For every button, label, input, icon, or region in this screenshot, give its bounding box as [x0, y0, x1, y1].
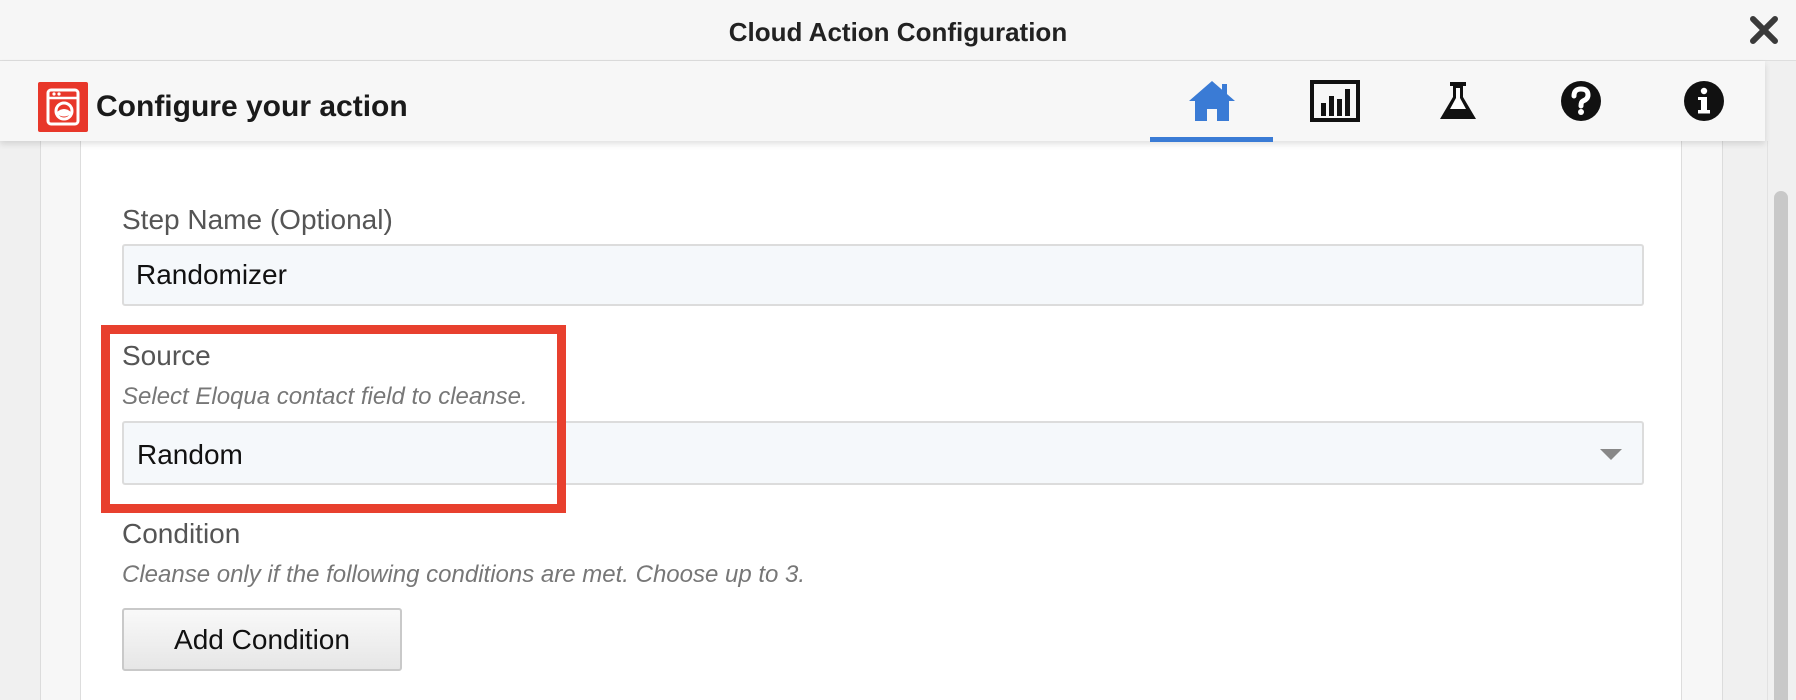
source-label: Source — [122, 340, 211, 371]
close-button[interactable] — [1748, 14, 1780, 46]
app-logo — [38, 82, 88, 132]
info-icon — [1683, 81, 1724, 121]
condition-help-text: Cleanse only if the following conditions… — [122, 561, 806, 588]
source-selected-value: Random — [137, 439, 243, 470]
flask-icon — [1439, 82, 1476, 119]
header-nav — [1150, 61, 1765, 142]
tab-reports[interactable] — [1273, 61, 1396, 141]
tab-help[interactable] — [1519, 61, 1642, 141]
tab-home[interactable] — [1150, 61, 1273, 142]
tab-info[interactable] — [1642, 61, 1765, 141]
chevron-down-icon — [1600, 449, 1622, 460]
close-icon — [1750, 16, 1778, 44]
tab-test[interactable] — [1396, 61, 1519, 141]
source-select[interactable]: Random — [122, 421, 1644, 485]
cloud-action-window: Cloud Action Configuration Configure you… — [0, 0, 1796, 700]
step-name-input[interactable] — [122, 244, 1644, 306]
app-header: Configure your action — [0, 61, 1765, 142]
bar-chart-icon — [1309, 80, 1360, 122]
condition-label: Condition — [122, 518, 241, 549]
home-icon — [1188, 81, 1235, 121]
add-condition-button[interactable]: Add Condition — [122, 608, 402, 671]
window-title: Cloud Action Configuration — [728, 17, 1068, 47]
scrollbar-thumb[interactable] — [1774, 191, 1788, 700]
page-heading: Configure your action — [96, 90, 408, 123]
title-bar: Cloud Action Configuration — [0, 0, 1796, 61]
scrollbar[interactable] — [1767, 141, 1796, 700]
washer-icon — [46, 88, 80, 126]
help-icon — [1560, 81, 1601, 121]
source-help-text: Select Eloqua contact field to cleanse. — [122, 383, 528, 410]
step-name-label: Step Name (Optional) — [122, 204, 393, 235]
